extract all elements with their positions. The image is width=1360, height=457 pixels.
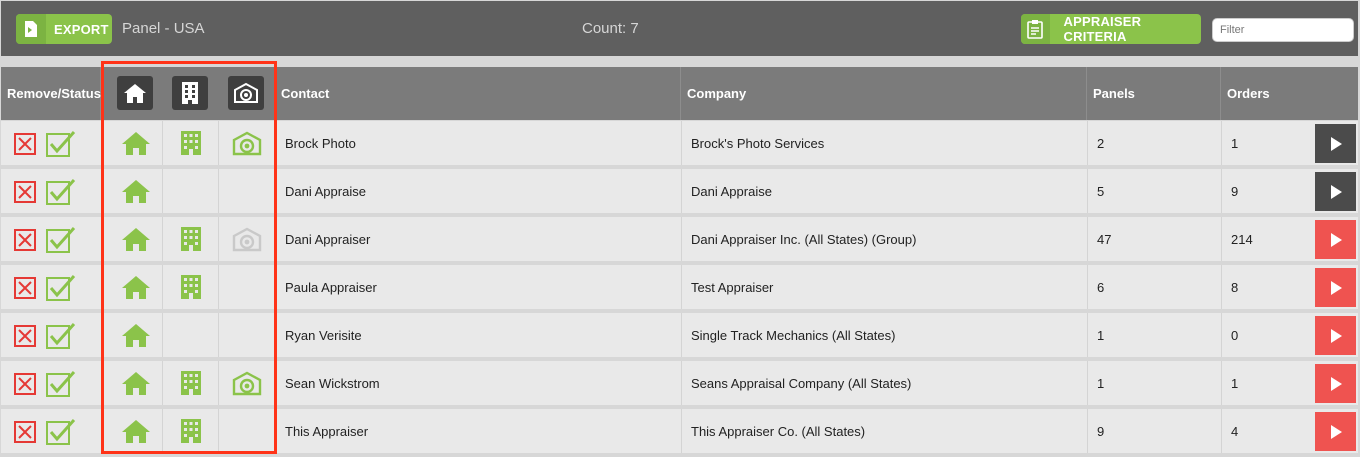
contact-cell: Dani Appraiser <box>285 231 371 247</box>
building-icon <box>178 217 204 261</box>
table-row: Brock Photo Brock's Photo Services 2 1 <box>1 121 1358 165</box>
column-panels[interactable]: Panels <box>1087 67 1221 120</box>
building-icon <box>178 409 204 453</box>
remove-icon[interactable] <box>14 373 36 400</box>
play-icon <box>1329 328 1343 344</box>
house-icon <box>121 313 151 357</box>
table-row: This Appraiser This Appraiser Co. (All S… <box>1 409 1358 453</box>
panels-cell: 6 <box>1097 279 1105 295</box>
open-row-button[interactable] <box>1315 268 1356 307</box>
house-icon <box>121 361 151 405</box>
remove-icon[interactable] <box>14 421 36 448</box>
contact-cell: Brock Photo <box>285 135 356 151</box>
play-icon <box>1329 184 1343 200</box>
status-check-icon[interactable] <box>46 418 76 450</box>
table-row: Ryan Verisite Single Track Mechanics (Al… <box>1 313 1358 357</box>
house-icon <box>121 169 151 213</box>
contact-cell: Paula Appraiser <box>285 279 377 295</box>
appraiser-criteria-label: APPRAISER CRITERIA <box>1063 14 1142 44</box>
panel-title: Panel - USA <box>122 20 205 37</box>
house-icon <box>121 121 151 165</box>
status-check-icon[interactable] <box>46 178 76 210</box>
panels-cell: 5 <box>1097 183 1105 199</box>
status-check-icon[interactable] <box>46 130 76 162</box>
table-header: Remove/Status Contact Company Panels Ord… <box>1 67 1358 120</box>
company-cell: This Appraiser Co. (All States) <box>691 423 866 439</box>
house-filter-icon[interactable] <box>117 76 153 110</box>
column-remove-status[interactable]: Remove/Status <box>1 67 101 120</box>
play-icon <box>1329 280 1343 296</box>
contact-cell: Sean Wickstrom <box>285 375 380 391</box>
panels-cell: 1 <box>1097 327 1105 343</box>
house-icon <box>121 265 151 309</box>
status-check-icon[interactable] <box>46 370 76 402</box>
contact-cell: Dani Appraise <box>285 183 366 199</box>
appraiser-criteria-button[interactable]: APPRAISER CRITERIA <box>1021 14 1201 44</box>
open-row-button[interactable] <box>1315 412 1356 451</box>
camera-filter-icon[interactable] <box>228 76 264 110</box>
orders-cell: 8 <box>1231 279 1239 295</box>
status-check-icon[interactable] <box>46 226 76 258</box>
house-icon <box>121 409 151 453</box>
house-icon <box>121 217 151 261</box>
building-filter-icon[interactable] <box>172 76 208 110</box>
building-icon <box>178 121 204 165</box>
open-row-button[interactable] <box>1315 316 1356 355</box>
open-row-button[interactable] <box>1315 172 1356 211</box>
status-check-icon[interactable] <box>46 322 76 354</box>
table-row: Dani Appraise Dani Appraise 5 9 <box>1 169 1358 213</box>
panels-cell: 47 <box>1097 231 1112 247</box>
table-row: Dani Appraiser Dani Appraiser Inc. (All … <box>1 217 1358 261</box>
table-row: Paula Appraiser Test Appraiser 6 8 <box>1 265 1358 309</box>
camera-icon <box>231 121 263 165</box>
open-row-button[interactable] <box>1315 124 1356 163</box>
export-label: EXPORT <box>54 21 109 37</box>
open-row-button[interactable] <box>1315 364 1356 403</box>
company-cell: Test Appraiser <box>691 279 774 295</box>
export-icon <box>16 14 46 44</box>
orders-cell: 0 <box>1231 327 1239 343</box>
contact-cell: Ryan Verisite <box>285 327 362 343</box>
panels-cell: 2 <box>1097 135 1105 151</box>
company-cell: Dani Appraiser Inc. (All States) (Group) <box>691 231 917 247</box>
column-company[interactable]: Company <box>681 67 1087 120</box>
play-icon <box>1329 232 1343 248</box>
company-cell: Single Track Mechanics (All States) <box>691 327 896 343</box>
filter-input[interactable] <box>1212 18 1354 42</box>
status-check-icon[interactable] <box>46 274 76 306</box>
orders-cell: 1 <box>1231 135 1239 151</box>
orders-cell: 214 <box>1231 231 1253 247</box>
open-row-button[interactable] <box>1315 220 1356 259</box>
orders-cell: 9 <box>1231 183 1239 199</box>
orders-cell: 4 <box>1231 423 1239 439</box>
count-label: Count: 7 <box>582 20 639 37</box>
column-orders[interactable]: Orders <box>1221 67 1358 120</box>
camera-icon <box>231 361 263 405</box>
remove-icon[interactable] <box>14 277 36 304</box>
column-contact[interactable]: Contact <box>275 67 681 120</box>
play-icon <box>1329 136 1343 152</box>
orders-cell: 1 <box>1231 375 1239 391</box>
remove-icon[interactable] <box>14 229 36 256</box>
contact-cell: This Appraiser <box>285 423 369 439</box>
company-cell: Brock's Photo Services <box>691 135 825 151</box>
panels-cell: 1 <box>1097 375 1105 391</box>
remove-icon[interactable] <box>14 325 36 352</box>
company-cell: Dani Appraise <box>691 183 772 199</box>
play-icon <box>1329 376 1343 392</box>
table-row: Sean Wickstrom Seans Appraisal Company (… <box>1 361 1358 405</box>
play-icon <box>1329 424 1343 440</box>
export-button[interactable]: EXPORT <box>16 14 112 44</box>
toolbar: EXPORT Panel - USA Count: 7 APPRAISER CR… <box>1 1 1358 56</box>
building-icon <box>178 361 204 405</box>
panels-cell: 9 <box>1097 423 1105 439</box>
remove-icon[interactable] <box>14 181 36 208</box>
clipboard-icon <box>1021 14 1050 44</box>
remove-icon[interactable] <box>14 133 36 160</box>
camera-icon <box>231 217 263 261</box>
company-cell: Seans Appraisal Company (All States) <box>691 375 912 391</box>
building-icon <box>178 265 204 309</box>
